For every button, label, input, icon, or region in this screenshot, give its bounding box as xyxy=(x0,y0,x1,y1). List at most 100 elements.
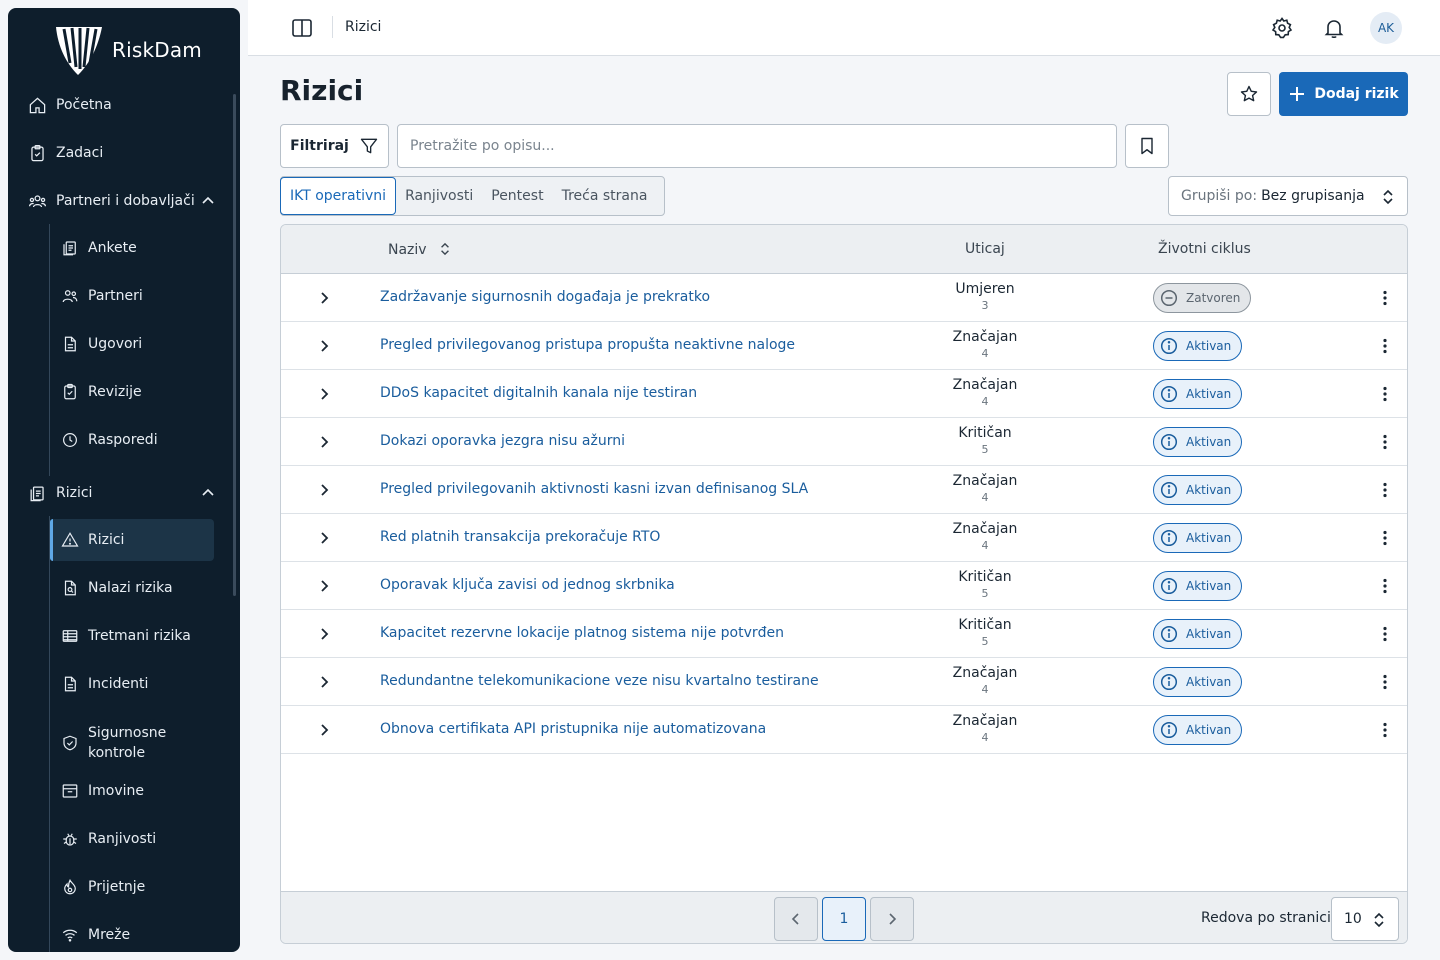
chevron-up-icon[interactable] xyxy=(200,485,216,501)
table-row[interactable]: Dokazi oporavka jezgra nisu ažurni Kritič… xyxy=(281,418,1407,466)
sidebar-item-tretmani-rizika[interactable]: Tretmani rizika xyxy=(50,615,214,657)
risk-name-link[interactable]: Kapacitet rezervne lokacije platnog sist… xyxy=(380,625,784,641)
impact-cell: Značajan 4 xyxy=(925,521,1045,553)
minus-circle-icon xyxy=(1160,289,1178,307)
sidebar-item-sigurnosne-kontrole[interactable]: Sigurnosne kontrole xyxy=(50,717,214,769)
avatar[interactable]: AK xyxy=(1370,12,1402,44)
table-row[interactable]: Zadržavanje sigurnosnih događaja je prek… xyxy=(281,274,1407,322)
info-icon xyxy=(1160,577,1178,595)
sidebar-item-nalazi-rizika[interactable]: Nalazi rizika xyxy=(50,567,214,609)
favorite-button[interactable] xyxy=(1227,72,1271,116)
fire-icon xyxy=(60,877,80,897)
prev-page-button[interactable] xyxy=(774,897,818,941)
risk-name-link[interactable]: Obnova certifikata API pristupnika nije … xyxy=(380,721,766,737)
sidebar-item-incidenti[interactable]: Incidenti xyxy=(50,663,214,705)
clipboard-list-icon xyxy=(26,482,48,504)
table-row[interactable]: Pregled privilegovanih aktivnosti kasni … xyxy=(281,466,1407,514)
chevron-right-icon[interactable] xyxy=(315,385,333,403)
more-vertical-icon[interactable] xyxy=(1375,624,1395,644)
sidebar-item-zadaci[interactable]: Zadaci xyxy=(26,133,226,173)
app-logo[interactable]: RiskDam xyxy=(52,22,202,78)
sidebar-item-revizije[interactable]: Revizije xyxy=(50,371,214,413)
table-row[interactable]: Oporavak ključa zavisi od jednog skrbnik… xyxy=(281,562,1407,610)
status-label: Aktivan xyxy=(1186,675,1232,689)
sidebar-item-partneri-i-dobavljaci[interactable]: Partneri i dobavljači xyxy=(26,181,226,221)
sidebar-item-ranjivosti[interactable]: Ranjivosti xyxy=(50,818,214,860)
chevron-right-icon[interactable] xyxy=(315,433,333,451)
sidebar-item-ankete[interactable]: Ankete xyxy=(50,227,214,269)
chevron-right-icon[interactable] xyxy=(315,337,333,355)
bell-icon[interactable] xyxy=(1322,16,1346,40)
status-label: Aktivan xyxy=(1186,723,1232,737)
risk-name-link[interactable]: DDoS kapacitet digitalnih kanala nije te… xyxy=(380,385,697,401)
risk-name-link[interactable]: Pregled privilegovanog pristupa propušta… xyxy=(380,337,795,353)
clock-icon xyxy=(60,430,80,450)
more-vertical-icon[interactable] xyxy=(1375,384,1395,404)
risk-name-link[interactable]: Dokazi oporavka jezgra nisu ažurni xyxy=(380,433,625,449)
table-row[interactable]: DDoS kapacitet digitalnih kanala nije te… xyxy=(281,370,1407,418)
chevron-right-icon[interactable] xyxy=(315,529,333,547)
chevron-right-icon[interactable] xyxy=(315,481,333,499)
risk-name-link[interactable]: Red platnih transakcija prekoračuje RTO xyxy=(380,529,660,545)
chevron-right-icon[interactable] xyxy=(315,721,333,739)
chevron-right-icon[interactable] xyxy=(315,625,333,643)
risk-name-link[interactable]: Oporavak ključa zavisi od jednog skrbnik… xyxy=(380,577,675,593)
tab-ikt-operativni[interactable]: IKT operativni xyxy=(280,177,397,215)
sidebar-item-prijetnje[interactable]: Prijetnje xyxy=(50,866,214,908)
table-row[interactable]: Kapacitet rezervne lokacije platnog sist… xyxy=(281,610,1407,658)
sidebar-item-pocetna[interactable]: Početna xyxy=(26,85,226,125)
table-row[interactable]: Red platnih transakcija prekoračuje RTO Z… xyxy=(281,514,1407,562)
more-vertical-icon[interactable] xyxy=(1375,720,1395,740)
plus-icon xyxy=(1290,87,1305,101)
more-vertical-icon[interactable] xyxy=(1375,576,1395,596)
tab-pentest[interactable]: Pentest xyxy=(482,177,552,215)
impact-cell: Značajan 4 xyxy=(925,377,1045,409)
home-icon xyxy=(26,94,48,116)
more-vertical-icon[interactable] xyxy=(1375,672,1395,692)
more-vertical-icon[interactable] xyxy=(1375,480,1395,500)
table-row[interactable]: Obnova certifikata API pristupnika nije … xyxy=(281,706,1407,754)
chevron-right-icon[interactable] xyxy=(315,289,333,307)
sidebar-item-partneri[interactable]: Partneri xyxy=(50,275,214,317)
column-header-name[interactable]: Naziv xyxy=(388,241,451,258)
chevron-right-icon[interactable] xyxy=(315,577,333,595)
table-row[interactable]: Pregled privilegovanog pristupa propušta… xyxy=(281,322,1407,370)
table-row[interactable]: Redundantne telekomunikacione veze nisu … xyxy=(281,658,1407,706)
riskdam-logo-icon xyxy=(56,27,102,75)
group-by-select[interactable]: Grupiši po: Bez grupisanja xyxy=(1168,176,1408,216)
rows-per-page-value: 10 xyxy=(1344,911,1362,927)
impact-level: Kritičan xyxy=(958,425,1012,441)
risk-name-link[interactable]: Redundantne telekomunikacione veze nisu … xyxy=(380,673,819,689)
risk-name-link[interactable]: Zadržavanje sigurnosnih događaja je prek… xyxy=(380,289,710,305)
more-vertical-icon[interactable] xyxy=(1375,432,1395,452)
chevron-up-icon[interactable] xyxy=(200,193,216,209)
sidebar-item-imovine[interactable]: Imovine xyxy=(50,770,214,812)
more-vertical-icon[interactable] xyxy=(1375,528,1395,548)
status-label: Aktivan xyxy=(1186,387,1232,401)
sidebar-scrollbar[interactable] xyxy=(233,94,236,596)
search-input[interactable] xyxy=(397,124,1117,168)
page-button-current[interactable]: 1 xyxy=(822,897,866,941)
tab-ranjivosti[interactable]: Ranjivosti xyxy=(396,177,482,215)
filter-button[interactable]: Filtriraj xyxy=(280,124,389,168)
sidebar-item-mreze[interactable]: Mreže xyxy=(50,914,214,952)
rows-per-page-select[interactable]: 10 xyxy=(1331,897,1399,941)
gear-icon[interactable] xyxy=(1270,16,1294,40)
sidebar-item-label: Partneri i dobavljači xyxy=(56,193,195,209)
sidebar-toggle-icon[interactable] xyxy=(290,16,314,40)
chevron-right-icon[interactable] xyxy=(315,673,333,691)
saved-views-button[interactable] xyxy=(1125,124,1169,168)
info-icon xyxy=(1160,385,1178,403)
sidebar-item-ugovori[interactable]: Ugovori xyxy=(50,323,214,365)
sidebar-item-rasporedi[interactable]: Rasporedi xyxy=(50,419,214,461)
risk-name-link[interactable]: Pregled privilegovanih aktivnosti kasni … xyxy=(380,481,808,497)
more-vertical-icon[interactable] xyxy=(1375,336,1395,356)
add-risk-button[interactable]: Dodaj rizik xyxy=(1279,72,1408,116)
sidebar-item-rizici[interactable]: Rizici xyxy=(50,519,214,561)
sidebar-item-rizici-group[interactable]: Rizici xyxy=(26,473,226,513)
next-page-button[interactable] xyxy=(870,897,914,941)
tab-treca-strana[interactable]: Treća strana xyxy=(553,177,657,215)
sort-updown-icon[interactable] xyxy=(439,241,451,257)
info-icon xyxy=(1160,433,1178,451)
more-vertical-icon[interactable] xyxy=(1375,288,1395,308)
